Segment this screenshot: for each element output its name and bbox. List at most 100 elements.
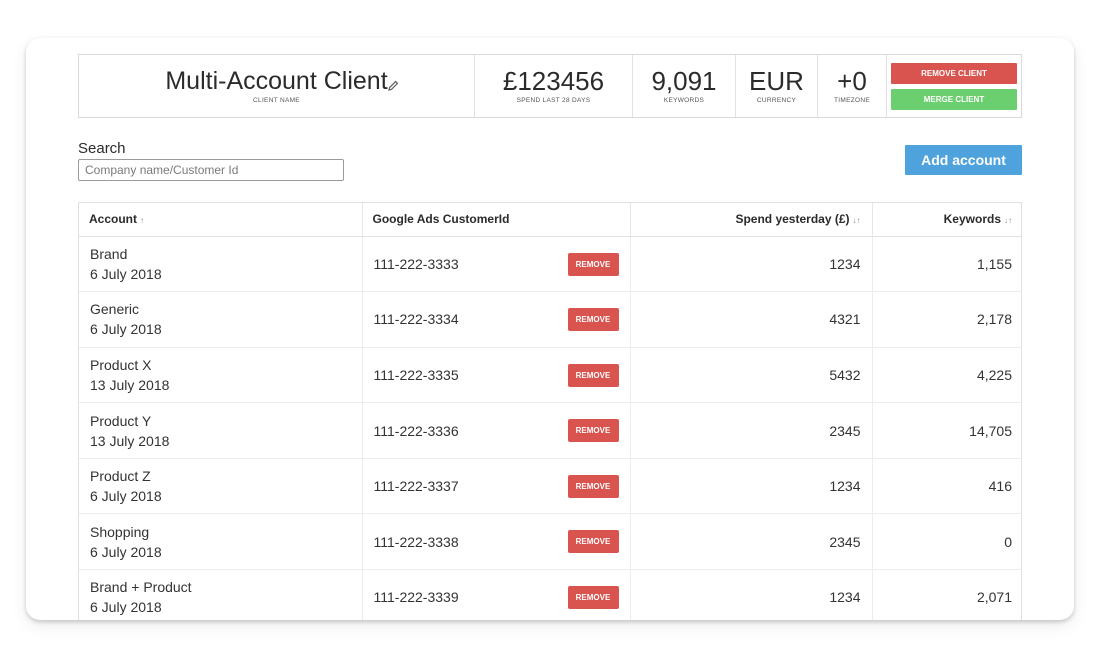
keywords-count-cell: 2,178 (872, 291, 1021, 348)
account-cell[interactable]: Product X 13 July 2018 (79, 347, 363, 404)
remove-client-button[interactable]: REMOVE CLIENT (891, 62, 1017, 84)
keywords-value: 9,091 (651, 66, 717, 96)
timezone-label: TIMEZONE (834, 97, 870, 104)
remove-account-button[interactable]: REMOVE (567, 363, 619, 387)
remove-account-button[interactable]: REMOVE (567, 586, 619, 610)
customer-id-cell: 111-222-3339 REMOVE (362, 569, 631, 620)
column-header-customer-id: Google Ads CustomerId (362, 203, 631, 237)
account-name: Product Y (90, 412, 152, 429)
add-account-button[interactable]: Add account (905, 145, 1022, 175)
column-header-keywords[interactable]: Keywords ↓↑ (872, 203, 1021, 237)
currency-cell: EUR CURRENCY (736, 55, 818, 117)
customer-id-cell: 111-222-3338 REMOVE (362, 513, 631, 571)
keywords-cell: 9,091 KEYWORDS (633, 55, 736, 117)
keywords-count-cell: 4,225 (872, 347, 1021, 404)
spend-cell: £123456 SPEND LAST 28 DAYS (475, 55, 633, 117)
client-actions: REMOVE CLIENT MERGE CLIENT (887, 55, 1021, 117)
keywords-count-cell: 1,155 (872, 236, 1021, 293)
spend-label: SPEND LAST 28 DAYS (516, 97, 591, 104)
customer-id-cell: 111-222-3336 REMOVE (362, 402, 631, 459)
customer-id: 111-222-3334 (373, 311, 459, 328)
account-date: 13 July 2018 (90, 432, 170, 449)
client-stats-bar: Multi-Account Client CLIENT NAME £123456… (78, 54, 1022, 118)
account-cell[interactable]: Product Y 13 July 2018 (79, 402, 363, 459)
spend-value: £123456 (502, 66, 605, 96)
customer-id: 111-222-3339 (373, 589, 459, 606)
remove-account-button[interactable]: REMOVE (567, 308, 619, 332)
account-date: 6 July 2018 (90, 488, 162, 505)
column-label-account: Account (89, 212, 137, 227)
remove-account-button[interactable]: REMOVE (567, 419, 619, 443)
sort-toggle-icon[interactable]: ↓↑ (853, 216, 861, 225)
client-name: Multi-Account Client (165, 67, 388, 95)
column-label-keywords: Keywords (943, 212, 1001, 227)
account-cell[interactable]: Shopping 6 July 2018 (79, 513, 363, 571)
accounts-table: Account ↑ Google Ads CustomerId Spend yes… (78, 202, 1022, 620)
column-header-account[interactable]: Account ↑ (79, 203, 363, 237)
spend-yesterday-cell: 1234 (630, 458, 873, 515)
account-cell[interactable]: Generic 6 July 2018 (79, 291, 363, 348)
client-name-cell: Multi-Account Client CLIENT NAME (79, 55, 475, 117)
search-input[interactable] (78, 159, 344, 181)
customer-id-cell: 111-222-3334 REMOVE (362, 291, 631, 348)
customer-id: 111-222-3335 (373, 366, 459, 383)
spend-yesterday-cell: 2345 (630, 513, 873, 571)
table-row: Shopping 6 July 2018 111-222-3338 REMOVE 234… (79, 513, 1021, 571)
spend-yesterday-cell: 4321 (630, 291, 873, 348)
keywords-count-cell: 0 (872, 513, 1021, 571)
customer-id-cell: 111-222-3337 REMOVE (362, 458, 631, 515)
currency-label: CURRENCY (756, 97, 797, 104)
account-date: 6 July 2018 (90, 543, 162, 560)
customer-id: 111-222-3336 (373, 422, 459, 439)
table-row: Brand + Product 6 July 2018 111-222-3339 RE… (79, 569, 1021, 620)
account-name: Generic (90, 301, 140, 318)
account-date: 13 July 2018 (90, 376, 170, 393)
spend-yesterday-cell: 1234 (630, 236, 873, 293)
keywords-count-cell: 2,071 (872, 569, 1021, 620)
merge-client-button[interactable]: MERGE CLIENT (891, 88, 1017, 110)
account-name: Shopping (90, 523, 150, 540)
customer-id: 111-222-3338 (373, 533, 459, 550)
account-name: Brand + Product (90, 579, 192, 596)
table-row: Generic 6 July 2018 111-222-3334 REMOVE 4321… (79, 291, 1021, 348)
sort-asc-icon[interactable]: ↑ (140, 216, 144, 225)
table-header-row: Account ↑ Google Ads CustomerId Spend yes… (79, 203, 1021, 237)
account-cell[interactable]: Brand 6 July 2018 (79, 236, 363, 293)
customer-id-cell: 111-222-3335 REMOVE (362, 347, 631, 404)
customer-id-cell: 111-222-3333 REMOVE (362, 236, 631, 293)
account-date: 6 July 2018 (90, 265, 162, 282)
remove-account-button[interactable]: REMOVE (567, 252, 619, 276)
timezone-cell: +0 TIMEZONE (818, 55, 887, 117)
spend-yesterday-cell: 5432 (630, 347, 873, 404)
spend-yesterday-cell: 2345 (630, 402, 873, 459)
account-cell[interactable]: Brand + Product 6 July 2018 (79, 569, 363, 620)
remove-account-button[interactable]: REMOVE (567, 474, 619, 498)
table-row: Product Z 6 July 2018 111-222-3337 REMOVE 12… (79, 458, 1021, 515)
spend-yesterday-cell: 1234 (630, 569, 873, 620)
sort-toggle-icon[interactable]: ↓↑ (1004, 216, 1012, 225)
account-date: 6 July 2018 (90, 599, 162, 616)
table-row: Product Y 13 July 2018 111-222-3336 REMOVE 2… (79, 402, 1021, 459)
keywords-label: KEYWORDS (663, 97, 705, 104)
timezone-value: +0 (837, 66, 867, 96)
keywords-count-cell: 14,705 (872, 402, 1021, 459)
column-label-customer-id: Google Ads CustomerId (372, 212, 510, 227)
pencil-icon[interactable] (386, 79, 400, 93)
account-cell[interactable]: Product Z 6 July 2018 (79, 458, 363, 515)
keywords-count-cell: 416 (872, 458, 1021, 515)
account-name: Product X (90, 356, 152, 373)
client-card: Multi-Account Client CLIENT NAME £123456… (26, 38, 1074, 620)
search-label: Search (78, 140, 126, 157)
client-name-label: CLIENT NAME (253, 97, 300, 104)
currency-value: EUR (749, 66, 804, 96)
account-date: 6 July 2018 (90, 321, 162, 338)
column-label-spend: Spend yesterday (£) (735, 212, 850, 227)
account-name: Product Z (90, 468, 151, 485)
table-row: Brand 6 July 2018 111-222-3333 REMOVE 1234 1,… (79, 236, 1021, 293)
column-header-spend[interactable]: Spend yesterday (£) ↓↑ (630, 203, 873, 237)
table-row: Product X 13 July 2018 111-222-3335 REMOVE 5… (79, 347, 1021, 404)
account-name: Brand (90, 245, 128, 262)
customer-id: 111-222-3337 (373, 478, 459, 495)
customer-id: 111-222-3333 (373, 255, 459, 272)
remove-account-button[interactable]: REMOVE (567, 530, 619, 554)
